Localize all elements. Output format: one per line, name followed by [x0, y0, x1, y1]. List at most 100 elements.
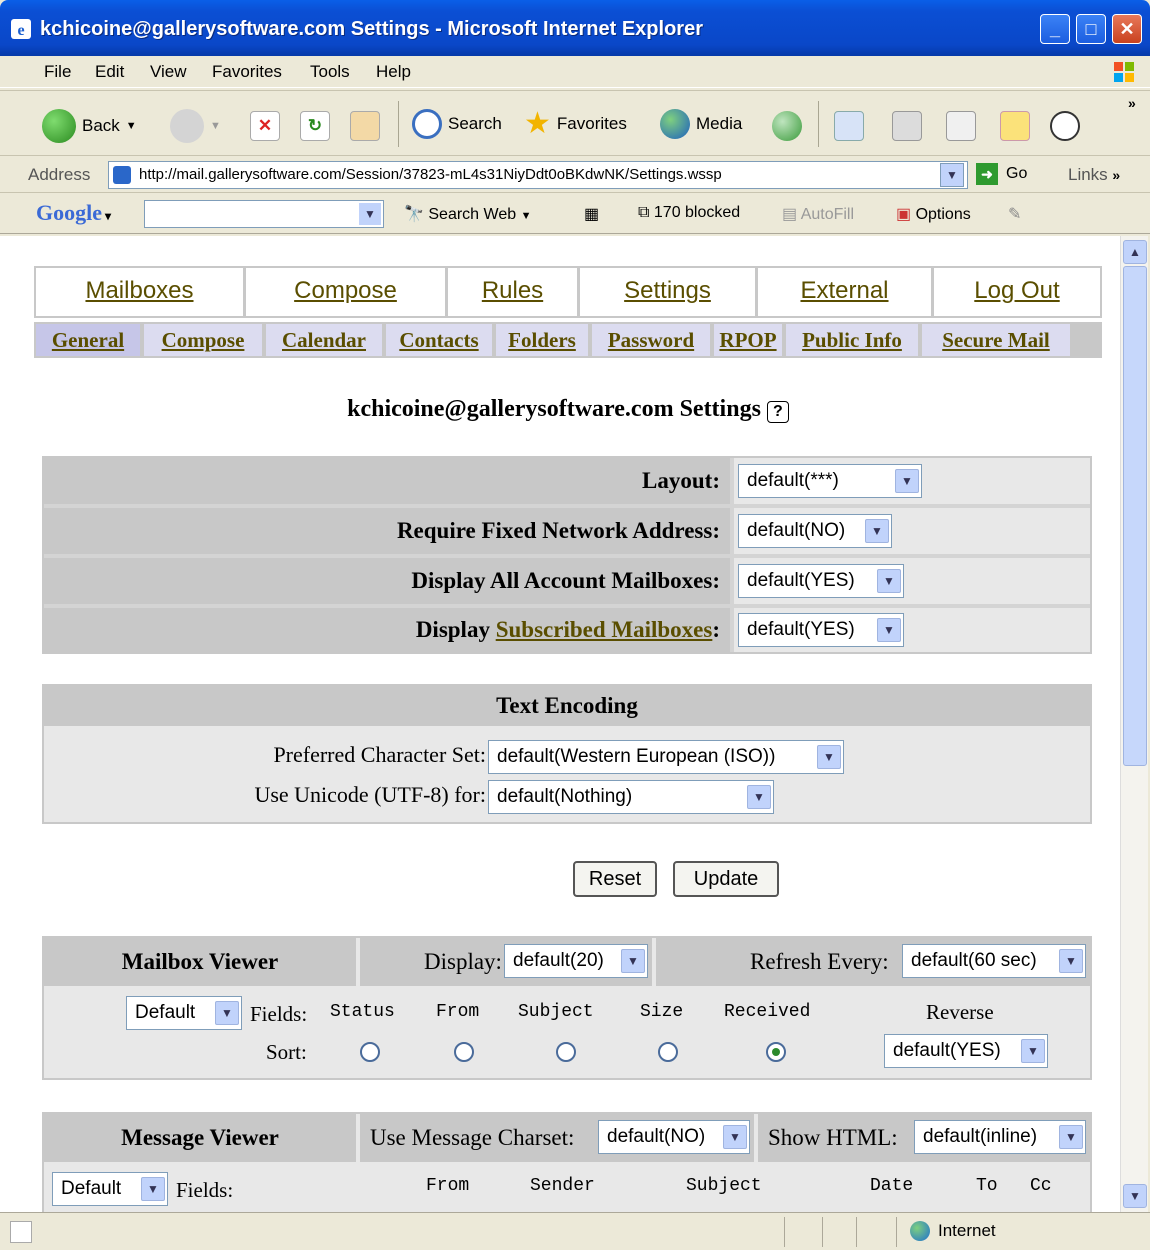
chevron-down-icon: ▼	[817, 745, 841, 769]
globe-icon	[910, 1221, 930, 1241]
print-icon[interactable]	[892, 111, 922, 141]
scroll-down-icon[interactable]: ▼	[1123, 1184, 1147, 1208]
subtab-public-info[interactable]: Public Info	[786, 324, 918, 356]
subtab-folders[interactable]: Folders	[496, 324, 588, 356]
subtab-password[interactable]: Password	[592, 324, 710, 356]
message-charset-select[interactable]: default(NO) ▼	[598, 1120, 750, 1154]
unicode-label: Use Unicode (UTF-8) for:	[254, 782, 486, 807]
pagerank-icon[interactable]: ▦	[584, 204, 599, 224]
address-input[interactable]: http://mail.gallerysoftware.com/Session/…	[108, 161, 968, 189]
go-button[interactable]: ➜ Go	[976, 163, 1027, 185]
fixed-address-select[interactable]: default(NO) ▼	[738, 514, 892, 548]
reset-button[interactable]: Reset	[573, 861, 657, 897]
message-viewer-heading: Message Viewer	[44, 1114, 356, 1162]
media-label: Media	[696, 114, 743, 133]
menu-tools[interactable]: Tools	[310, 62, 350, 82]
popup-icon: ⧉	[638, 204, 650, 221]
layout-select[interactable]: default(***) ▼	[738, 464, 922, 498]
msg-column-sender: Sender	[530, 1176, 595, 1196]
subscribed-mailboxes-link[interactable]: Subscribed Mailboxes	[496, 617, 713, 642]
chevron-down-icon: ▼	[877, 569, 901, 593]
favorites-button[interactable]: ★ Favorites	[524, 109, 627, 139]
search-button[interactable]: Search	[412, 109, 502, 139]
charset-select[interactable]: default(Western European (ISO)) ▼	[488, 740, 844, 774]
close-button[interactable]: ✕	[1112, 14, 1142, 44]
mailbox-preset-select[interactable]: Default ▼	[126, 996, 242, 1030]
edit-icon[interactable]	[946, 111, 976, 141]
links-button[interactable]: Links »	[1068, 165, 1120, 185]
sort-received-radio[interactable]	[766, 1042, 786, 1062]
stop-icon[interactable]: ✕	[250, 111, 280, 141]
tab-mailboxes[interactable]: Mailboxes	[36, 268, 246, 316]
column-from: From	[436, 1002, 480, 1022]
scroll-thumb[interactable]	[1123, 266, 1147, 766]
show-html-select[interactable]: default(inline) ▼	[914, 1120, 1086, 1154]
options-icon: ▣	[896, 206, 912, 223]
menu-favorites[interactable]: Favorites	[212, 62, 282, 82]
address-dropdown-icon[interactable]: ▼	[940, 163, 964, 187]
status-bar: Internet	[0, 1212, 1150, 1250]
google-toolbar: Google ▾ ▼ 🔭 Search Web ▼ ▦ ⧉ 170 blocke…	[0, 194, 1150, 234]
discuss-icon[interactable]	[1000, 111, 1030, 141]
mail-icon[interactable]	[834, 111, 864, 141]
google-search-input[interactable]: ▼	[144, 200, 384, 228]
media-button[interactable]: Media	[660, 109, 742, 139]
status-separator	[822, 1217, 823, 1247]
fixed-address-label: Require Fixed Network Address:	[44, 508, 730, 554]
search-web-button[interactable]: 🔭 Search Web ▼	[404, 204, 531, 224]
options-button[interactable]: ▣ Options	[896, 204, 971, 224]
subtab-compose[interactable]: Compose	[144, 324, 262, 356]
menu-edit[interactable]: Edit	[95, 62, 124, 82]
status-separator	[896, 1217, 897, 1247]
menu-file[interactable]: File	[44, 62, 71, 82]
scroll-up-icon[interactable]: ▲	[1123, 240, 1147, 264]
msg-column-subject: Subject	[686, 1176, 762, 1196]
tab-rules[interactable]: Rules	[448, 268, 580, 316]
display-all-select[interactable]: default(YES) ▼	[738, 564, 904, 598]
text-encoding-section: Text Encoding Preferred Character Set: d…	[42, 684, 1092, 824]
messenger-icon[interactable]	[1050, 111, 1080, 141]
msg-column-date: Date	[870, 1176, 914, 1196]
reverse-select[interactable]: default(YES) ▼	[884, 1034, 1048, 1068]
popup-blocker-button[interactable]: ⧉ 170 blocked	[638, 204, 740, 222]
home-icon[interactable]	[350, 111, 380, 141]
subtab-contacts[interactable]: Contacts	[386, 324, 492, 356]
sort-subject-radio[interactable]	[556, 1042, 576, 1062]
maximize-button[interactable]: □	[1076, 14, 1106, 44]
minimize-button[interactable]: _	[1040, 14, 1070, 44]
back-button[interactable]: Back ▼	[42, 109, 137, 143]
unicode-select[interactable]: default(Nothing) ▼	[488, 780, 774, 814]
media-icon	[660, 109, 690, 139]
tab-settings[interactable]: Settings	[580, 268, 758, 316]
update-button[interactable]: Update	[673, 861, 779, 897]
message-preset-select[interactable]: Default ▼	[52, 1172, 168, 1206]
refresh-select[interactable]: default(60 sec) ▼	[902, 944, 1086, 978]
sort-from-radio[interactable]	[454, 1042, 474, 1062]
subtab-secure-mail[interactable]: Secure Mail	[922, 324, 1070, 356]
mailbox-viewer-section: Mailbox Viewer Display: default(20) ▼ Ref…	[42, 936, 1092, 1080]
tab-external[interactable]: External	[758, 268, 934, 316]
autofill-button[interactable]: ▤ AutoFill	[782, 204, 854, 224]
sort-status-radio[interactable]	[360, 1042, 380, 1062]
google-dropdown-icon[interactable]: ▼	[359, 203, 381, 225]
vertical-scrollbar[interactable]: ▲ ▼	[1120, 236, 1148, 1212]
refresh-label: Refresh Every:	[750, 949, 889, 974]
tab-logout[interactable]: Log Out	[934, 268, 1100, 316]
pencil-icon[interactable]: ✎	[1008, 204, 1021, 224]
toolbar-overflow-icon[interactable]: »	[1128, 95, 1136, 111]
forward-button[interactable]: ▼	[170, 109, 221, 143]
display-count-select[interactable]: default(20) ▼	[504, 944, 648, 978]
menu-view[interactable]: View	[150, 62, 187, 82]
sort-size-radio[interactable]	[658, 1042, 678, 1062]
display-subscribed-select[interactable]: default(YES) ▼	[738, 613, 904, 647]
display-subscribed-label: Display Subscribed Mailboxes:	[44, 608, 730, 652]
google-logo[interactable]: Google ▾	[36, 200, 111, 226]
subtab-general[interactable]: General	[36, 324, 140, 356]
subtab-rpop[interactable]: RPOP	[714, 324, 782, 356]
refresh-icon[interactable]: ↻	[300, 111, 330, 141]
subtab-calendar[interactable]: Calendar	[266, 324, 382, 356]
help-icon[interactable]: ?	[766, 401, 789, 423]
menu-help[interactable]: Help	[376, 62, 411, 82]
tab-compose[interactable]: Compose	[246, 268, 448, 316]
history-icon[interactable]	[772, 111, 802, 141]
